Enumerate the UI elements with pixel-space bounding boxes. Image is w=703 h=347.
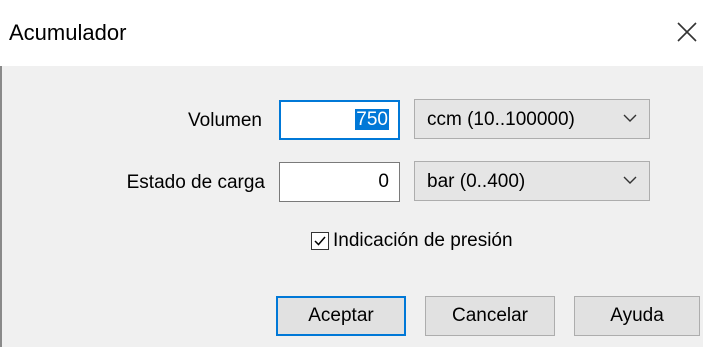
cancelar-button[interactable]: Cancelar [425, 296, 555, 336]
checkmark-icon [314, 236, 326, 246]
volumen-value: 750 [355, 109, 389, 130]
checkbox-box[interactable] [311, 232, 329, 250]
estado-input[interactable]: 0 [279, 162, 400, 202]
volumen-unit-select[interactable]: ccm (10..100000) [414, 99, 650, 139]
estado-label: Estado de carga [126, 172, 265, 193]
volumen-label: Volumen [188, 110, 262, 131]
window-border [0, 66, 2, 347]
estado-unit-select[interactable]: bar (0..400) [414, 161, 650, 201]
aceptar-button[interactable]: Aceptar [276, 296, 406, 336]
indicacion-checkbox[interactable]: Indicación de presión [311, 230, 513, 252]
indicacion-label: Indicación de presión [333, 230, 513, 251]
window-title: Acumulador [9, 20, 127, 45]
chevron-down-icon [623, 176, 637, 184]
estado-value: 0 [378, 171, 389, 192]
chevron-down-icon [623, 114, 637, 122]
estado-unit-value: bar (0..400) [427, 171, 526, 192]
volumen-unit-value: ccm (10..100000) [427, 109, 575, 130]
volumen-input[interactable]: 750 [279, 100, 400, 140]
ayuda-button[interactable]: Ayuda [574, 296, 700, 336]
title-bar: Acumulador [0, 0, 703, 66]
close-icon[interactable] [671, 14, 703, 50]
dialog-window: Acumulador Volumen 750 ccm (10..100000) … [0, 0, 703, 347]
